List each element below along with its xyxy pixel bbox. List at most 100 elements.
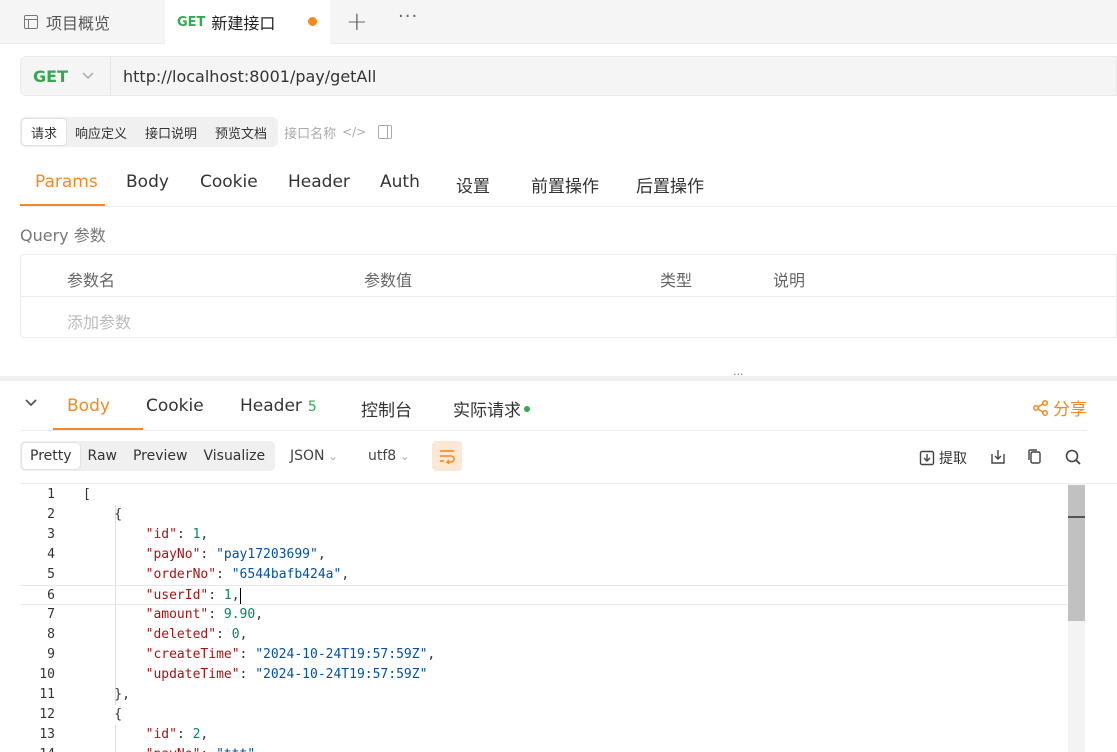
json-num: 0 <box>231 627 240 642</box>
code-line[interactable]: 14 "payNo": "ttt", <box>20 745 1070 752</box>
line-number: 14 <box>20 745 55 752</box>
code-token: [ <box>83 487 91 502</box>
code-line[interactable]: 6 "userId": 1, <box>20 585 1070 605</box>
column-header-value: 参数值 <box>364 271 413 290</box>
code-line[interactable]: 3 "id": 1, <box>20 525 1070 545</box>
code-line[interactable]: 9 "createTime": "2024-10-24T19:57:59Z", <box>20 645 1070 665</box>
active-tab-indicator <box>53 428 143 430</box>
tab-pre-operations[interactable]: 前置操作 <box>531 172 599 197</box>
divider <box>110 57 111 95</box>
mode-preview[interactable]: Preview <box>125 443 196 469</box>
code-icon[interactable]: </> <box>342 125 366 139</box>
url-bar: GET http://localhost:8001/pay/getAll <box>20 56 1117 96</box>
response-body-editor[interactable]: 1[2 {3 "id": 1, 4 "payNo": "pay17203699",… <box>20 483 1117 752</box>
tab-params[interactable]: Params <box>35 172 98 192</box>
code-token: : <box>176 727 193 742</box>
code-line[interactable]: 12 { <box>20 705 1070 725</box>
encoding-select[interactable]: utf8 ⌄ <box>368 448 409 464</box>
code-line[interactable]: 10 "updateTime": "2024-10-24T19:57:59Z" <box>20 665 1070 685</box>
line-number: 2 <box>47 507 55 522</box>
url-input[interactable]: http://localhost:8001/pay/getAll <box>123 67 376 86</box>
new-tab-button[interactable]: + <box>346 0 368 44</box>
code-token: , <box>427 647 436 662</box>
tab-body[interactable]: Body <box>126 172 169 192</box>
tab-actual-request[interactable]: 实际请求 <box>453 396 530 421</box>
code-line[interactable]: 1[ <box>20 485 1070 505</box>
format-select[interactable]: JSON ⌄ <box>290 448 338 464</box>
tab-response-cookie[interactable]: Cookie <box>146 396 204 416</box>
subtab-endpoint-description[interactable]: 接口说明 <box>136 119 206 145</box>
format-value: JSON <box>290 448 325 464</box>
column-header-name: 参数名 <box>67 271 116 290</box>
code-text: "payNo": "ttt", <box>83 745 263 752</box>
download-button[interactable] <box>989 448 1007 466</box>
chevron-down-icon[interactable] <box>24 395 37 407</box>
tab-settings[interactable]: 设置 <box>456 172 490 197</box>
code-token: , <box>239 627 248 642</box>
code-text: { <box>83 705 122 725</box>
tab-console[interactable]: 控制台 <box>361 396 412 421</box>
share-button[interactable]: 分享 <box>1032 395 1087 420</box>
code-text: "userId": 1, <box>83 586 242 606</box>
line-number: 3 <box>47 527 55 542</box>
tab-response-header[interactable]: Header 5 <box>240 396 317 416</box>
tab-post-operations[interactable]: 后置操作 <box>636 172 704 197</box>
code-line[interactable]: 13 "id": 2, <box>20 725 1070 745</box>
code-line[interactable]: 5 "orderNo": "6544bafb424a", <box>20 565 1070 585</box>
search-button[interactable] <box>1064 448 1082 466</box>
subtab-preview-doc[interactable]: 预览文档 <box>206 119 276 145</box>
request-tabs: Params Body Cookie Header Auth 设置 前置操作 后… <box>20 162 1117 207</box>
tab-label: 实际请求 <box>453 401 521 421</box>
extract-button[interactable]: 提取 <box>919 448 967 468</box>
tab-cookie[interactable]: Cookie <box>200 172 258 192</box>
code-text: "createTime": "2024-10-24T19:57:59Z", <box>83 645 436 665</box>
json-key: "amount" <box>145 607 209 622</box>
code-line[interactable]: 7 "amount": 9.90, <box>20 605 1070 625</box>
code-text: "orderNo": "6544bafb424a", <box>83 565 350 585</box>
tab-project-overview[interactable]: 项目概览 <box>0 0 165 44</box>
code-line[interactable]: 11 }, <box>20 685 1070 705</box>
json-str: "2024-10-24T19:57:59Z" <box>255 647 428 662</box>
mode-visualize[interactable]: Visualize <box>195 443 273 469</box>
code-line[interactable]: 4 "payNo": "pay17203699", <box>20 545 1070 565</box>
tab-header[interactable]: Header <box>288 172 350 192</box>
share-icon <box>1032 399 1049 416</box>
chevron-down-icon[interactable] <box>81 62 95 94</box>
subtab-response-definition[interactable]: 响应定义 <box>66 119 136 145</box>
resize-divider[interactable] <box>0 376 1117 381</box>
tab-response-body[interactable]: Body <box>67 396 110 416</box>
code-token: , <box>255 607 264 622</box>
subtab-request[interactable]: 请求 <box>22 119 67 145</box>
tab-auth[interactable]: Auth <box>380 172 420 192</box>
code-token: , <box>200 727 209 742</box>
copy-button[interactable] <box>1026 448 1044 466</box>
column-header-description: 说明 <box>773 271 806 290</box>
mode-pretty[interactable]: Pretty <box>22 443 80 469</box>
table-header: 参数名 参数值 类型 说明 <box>21 255 1116 297</box>
mode-raw[interactable]: Raw <box>80 443 125 469</box>
word-wrap-button[interactable] <box>432 441 462 471</box>
method-select[interactable]: GET <box>33 67 68 86</box>
tab-new-endpoint[interactable]: GET 新建接口 <box>165 0 330 44</box>
side-panel-icon[interactable] <box>378 125 393 139</box>
endpoint-name-input[interactable]: 接口名称 <box>284 123 336 142</box>
code-line[interactable]: 8 "deleted": 0, <box>20 625 1070 645</box>
scrollbar-thumb[interactable] <box>1068 485 1085 621</box>
tab-bar: 项目概览 GET 新建接口 + ··· <box>0 0 1117 44</box>
json-key: "userId" <box>145 588 209 603</box>
add-param-input[interactable]: 添加参数 <box>67 309 131 333</box>
drag-handle-icon[interactable]: ··· <box>733 368 744 381</box>
code-line[interactable]: 2 { <box>20 505 1070 525</box>
download-icon <box>991 450 1005 464</box>
code-text: }, <box>83 685 130 705</box>
line-number: 12 <box>39 707 55 722</box>
more-tabs-button[interactable]: ··· <box>398 0 418 38</box>
chevron-down-icon: ⌄ <box>328 450 338 463</box>
response-tabs: Body Cookie Header 5 控制台 实际请求 分享 <box>20 385 1087 431</box>
request-view-switcher: 请求 响应定义 接口说明 预览文档 接口名称 </> <box>20 117 393 147</box>
code-token: : <box>216 627 232 642</box>
